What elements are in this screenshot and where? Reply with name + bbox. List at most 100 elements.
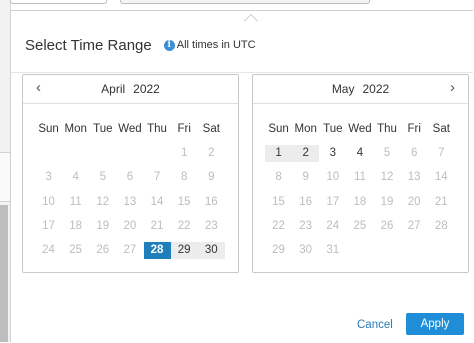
day-cell[interactable]: 6 [401, 145, 428, 162]
time-range-popup: Select Time Range i All times in UTC ‹ A… [10, 10, 473, 342]
day-cell[interactable]: 24 [319, 218, 346, 235]
background-panel [0, 205, 8, 342]
day-cell[interactable]: 5 [374, 145, 401, 162]
month-name: May [331, 82, 355, 96]
day-cell[interactable]: 9 [292, 169, 319, 186]
day-grid: Sun Mon Tue Wed Thu Fri Sat 1 2 3 4 5 6 7 8 9 10 11 12 13 14… [265, 117, 455, 263]
day-cell[interactable]: 25 [346, 218, 373, 235]
month-name: April [101, 82, 126, 96]
popup-title: Select Time Range [25, 36, 152, 54]
day-cell[interactable]: 25 [62, 242, 89, 259]
day-cell[interactable]: 17 [35, 218, 62, 235]
calendar-may: May 2022 › Sun Mon Tue Wed Thu Fri Sat 1 2 3 4 5 6 7 8 9… [252, 74, 469, 273]
weekday-label: Mon [294, 122, 317, 135]
day-cell[interactable]: 22 [171, 218, 198, 235]
day-cell[interactable]: 7 [428, 145, 455, 162]
day-cell[interactable]: 23 [292, 218, 319, 235]
cancel-button[interactable]: Cancel [357, 319, 393, 331]
day-cell[interactable]: 2 [198, 145, 225, 162]
week-row: 22 23 24 25 26 27 28 [265, 214, 455, 238]
month-year: 2022 [133, 82, 160, 96]
header-divider [11, 72, 473, 73]
day-cell[interactable]: 4 [62, 169, 89, 186]
day-cell[interactable]: 18 [346, 194, 373, 211]
day-cell[interactable]: 27 [401, 218, 428, 235]
day-cell[interactable]: 24 [35, 242, 62, 259]
day-cell[interactable]: 1 [265, 144, 293, 162]
day-cell[interactable]: 19 [89, 218, 116, 235]
day-cell[interactable]: 22 [265, 218, 292, 235]
day-cell[interactable]: 12 [89, 194, 116, 211]
day-cell[interactable]: 15 [171, 194, 198, 211]
month-title: April 2022 [23, 82, 238, 96]
weekday-label: Thu [147, 122, 167, 135]
calendar-header: ‹ April 2022 [23, 75, 238, 104]
day-cell[interactable]: 3 [35, 169, 62, 186]
day-cell[interactable]: 8 [265, 169, 292, 186]
week-row: 1234567 [265, 141, 455, 165]
time-range-trigger[interactable] [120, 0, 370, 4]
day-cell[interactable]: 16 [292, 194, 319, 211]
month-title: May 2022 [253, 82, 468, 96]
week-row: 24 25 26 27 28 29 30 [35, 238, 225, 262]
day-cell[interactable]: 14 [428, 169, 455, 186]
day-cell[interactable]: 26 [89, 242, 116, 259]
day-cell[interactable]: 31 [319, 242, 346, 259]
day-cell[interactable]: 30 [292, 242, 319, 259]
week-row: 12 [35, 141, 225, 165]
day-cell[interactable]: 30 [197, 242, 225, 260]
day-cell[interactable]: 27 [116, 242, 143, 259]
calendar-april: ‹ April 2022 Sun Mon Tue Wed Thu Fri Sat 1 2 3 4 5 6 7… [22, 74, 239, 273]
day-cell[interactable]: 10 [35, 194, 62, 211]
day-cell[interactable]: 13 [401, 169, 428, 186]
day-cell[interactable]: 11 [62, 194, 89, 211]
day-cell[interactable]: 8 [171, 169, 198, 186]
weekday-label: Fri [407, 122, 421, 135]
day-cell[interactable]: 2 [292, 144, 320, 162]
day-cell-selected[interactable]: 28 [143, 242, 171, 260]
day-cell[interactable]: 7 [144, 169, 171, 186]
day-cell[interactable]: 18 [62, 218, 89, 235]
weekday-label: Sat [202, 122, 220, 135]
day-cell[interactable]: 26 [374, 218, 401, 235]
weekday-label: Sat [432, 122, 450, 135]
day-cell[interactable]: 1 [171, 145, 198, 162]
day-cell[interactable]: 20 [401, 194, 428, 211]
day-cell[interactable]: 21 [428, 194, 455, 211]
day-cell[interactable]: 9 [198, 169, 225, 186]
apply-button[interactable]: Apply [406, 313, 464, 335]
day-cell[interactable]: 20 [116, 218, 143, 235]
weekday-label: Wed [118, 122, 142, 135]
weekday-label: Sun [38, 122, 59, 135]
day-cell[interactable]: 6 [116, 169, 143, 186]
day-cell[interactable]: 12 [374, 169, 401, 186]
popup-caret [243, 13, 259, 29]
week-row: 3456789 [35, 166, 225, 190]
day-cell[interactable]: 28 [428, 218, 455, 235]
day-cell[interactable]: 11 [346, 169, 373, 186]
day-cell[interactable]: 3 [319, 145, 346, 162]
day-cell[interactable]: 14 [144, 194, 171, 211]
day-cell[interactable]: 5 [89, 169, 116, 186]
calendar-header: May 2022 › [253, 75, 468, 104]
apply-label: Apply [420, 318, 450, 330]
day-cell[interactable]: 15 [265, 194, 292, 211]
day-cell[interactable]: 29 [170, 242, 198, 260]
day-cell[interactable]: 16 [198, 194, 225, 211]
weekday-label: Tue [93, 122, 113, 135]
weekday-header-row: Sun Mon Tue Wed Thu Fri Sat [35, 117, 225, 141]
day-cell[interactable]: 29 [265, 242, 292, 259]
weekday-label: Mon [64, 122, 87, 135]
day-cell[interactable]: 21 [144, 218, 171, 235]
week-row: 8 9 10 11 12 13 14 [265, 166, 455, 190]
day-cell[interactable]: 23 [198, 218, 225, 235]
day-cell[interactable]: 4 [346, 145, 373, 162]
chevron-right-icon[interactable]: › [450, 79, 455, 97]
day-cell[interactable]: 19 [374, 194, 401, 211]
weekday-label: Wed [348, 122, 372, 135]
weekday-header-row: Sun Mon Tue Wed Thu Fri Sat [265, 117, 455, 141]
day-cell[interactable]: 17 [319, 194, 346, 211]
day-cell[interactable]: 10 [319, 169, 346, 186]
weekday-label: Tue [323, 122, 343, 135]
day-cell[interactable]: 13 [116, 194, 143, 211]
